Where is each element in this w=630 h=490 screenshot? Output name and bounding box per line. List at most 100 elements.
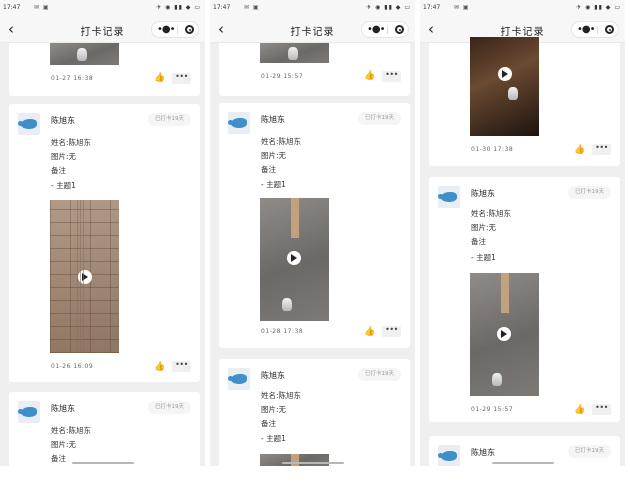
user-name: 陈旭东	[51, 116, 75, 125]
more-dots-icon[interactable]: •●•	[577, 24, 596, 35]
record-date: 01-29 15:57	[261, 73, 304, 80]
play-icon[interactable]	[498, 67, 512, 81]
avatar[interactable]	[438, 445, 460, 466]
video-thumbnail[interactable]	[470, 273, 539, 396]
image-label: 图片:	[261, 405, 279, 414]
more-options-button[interactable]: •••	[172, 73, 191, 84]
user-name: 陈旭东	[261, 115, 285, 124]
bird-logo-icon	[438, 451, 457, 461]
avatar[interactable]	[228, 368, 250, 390]
image-value: 无	[68, 440, 77, 449]
more-dots-icon[interactable]: •●•	[157, 24, 176, 35]
video-thumbnail[interactable]	[50, 200, 119, 353]
avatar[interactable]	[18, 113, 40, 135]
name-field: 姓名:陈旭东	[51, 425, 91, 436]
user-name: 陈旭东	[261, 371, 285, 380]
record-card: 陈旭东 已打卡19天 姓名:陈旭东 图片:无 备注 - 主题1	[219, 359, 410, 466]
more-options-button[interactable]: •••	[172, 361, 191, 372]
bird-logo-icon	[228, 374, 247, 384]
notification-icons: ✉ ▣	[34, 4, 50, 11]
image-field: 图片:无	[261, 404, 286, 415]
name-label: 姓名:	[51, 426, 69, 435]
image-field: 图片:无	[471, 222, 496, 233]
name-label: 姓名:	[471, 209, 489, 218]
home-indicator	[71, 462, 134, 464]
image-value: 无	[488, 223, 497, 232]
topic-label: - 主题1	[51, 181, 76, 190]
thumbs-up-icon[interactable]: 👍	[574, 146, 585, 155]
video-thumbnail[interactable]	[260, 198, 329, 321]
image-value: 无	[68, 152, 77, 161]
name-label: 姓名:	[51, 138, 69, 147]
name-label: 姓名:	[261, 137, 279, 146]
name-value: 陈旭东	[278, 137, 302, 146]
record-card: 01-30 17:38 👍 •••	[429, 37, 620, 166]
capsule-divider	[387, 26, 388, 34]
video-thumbnail[interactable]	[50, 43, 119, 65]
user-name: 陈旭东	[471, 448, 495, 457]
video-thumbnail[interactable]	[260, 43, 329, 63]
mini-program-capsule: •●•	[571, 21, 619, 38]
capsule-divider	[177, 26, 178, 34]
home-indicator	[491, 462, 554, 464]
thumbs-up-icon[interactable]: 👍	[364, 328, 375, 337]
road-line	[291, 198, 300, 238]
remark-label: 备注	[471, 237, 486, 246]
thumbs-up-icon[interactable]: 👍	[364, 72, 375, 81]
more-options-button[interactable]: •••	[592, 404, 611, 415]
record-card: 陈旭东 已打卡19天 姓名:陈旭东 图片:无 备注 - 主题1 01-26 16…	[9, 104, 200, 382]
phone-screen-2: 17:47 ✉ ▣ ✈ ◉ ▮▮ ◆ ▭ ‹ 打卡记录 •●• 01-29 15…	[210, 0, 415, 466]
more-dots-icon[interactable]: •●•	[367, 24, 386, 35]
notification-icons: ✉ ▣	[244, 4, 260, 11]
checkin-badge: 已打卡19天	[358, 368, 401, 381]
remark-label: 备注	[51, 166, 66, 175]
thumbs-up-icon[interactable]: 👍	[574, 406, 585, 415]
target-icon[interactable]	[395, 25, 404, 34]
nav-bar: ‹ 打卡记录 •●•	[0, 18, 205, 43]
status-time: 17:47	[213, 4, 231, 11]
play-icon[interactable]	[287, 251, 301, 265]
play-icon[interactable]	[497, 327, 511, 341]
record-card: 01-29 15:57 👍 •••	[219, 43, 410, 96]
name-value: 陈旭东	[488, 209, 512, 218]
checkin-badge: 已打卡19天	[148, 113, 191, 126]
thumbs-up-icon[interactable]: 👍	[154, 74, 165, 83]
more-options-button[interactable]: •••	[382, 326, 401, 337]
image-value: 无	[278, 405, 287, 414]
more-options-button[interactable]: •••	[382, 71, 401, 82]
bird-logo-icon	[18, 119, 37, 129]
signal-icons: ✈ ◉ ▮▮ ◆ ▭	[366, 4, 411, 11]
name-field: 姓名:陈旭东	[471, 208, 511, 219]
capsule-divider	[597, 26, 598, 34]
bird-logo-icon	[18, 407, 37, 417]
road-line	[291, 454, 300, 466]
shoe-image	[282, 298, 292, 311]
name-value: 陈旭东	[68, 138, 92, 147]
bird-logo-icon	[228, 118, 247, 128]
thumbs-up-icon[interactable]: 👍	[154, 363, 165, 372]
notification-icons: ✉ ▣	[454, 4, 470, 11]
play-icon[interactable]	[78, 270, 92, 284]
video-thumbnail[interactable]	[260, 454, 329, 466]
more-options-button[interactable]: •••	[592, 144, 611, 155]
avatar[interactable]	[228, 112, 250, 134]
signal-icons: ✈ ◉ ▮▮ ◆ ▭	[576, 4, 621, 11]
image-label: 图片:	[51, 440, 69, 449]
avatar[interactable]	[438, 186, 460, 208]
status-time: 17:47	[3, 4, 21, 11]
target-icon[interactable]	[185, 25, 194, 34]
status-time: 17:47	[423, 4, 441, 11]
shoe-image	[492, 373, 502, 386]
record-date: 01-26 16:09	[51, 363, 94, 370]
video-thumbnail[interactable]	[470, 37, 539, 136]
shoe-image	[77, 48, 87, 61]
name-field: 姓名:陈旭东	[261, 390, 301, 401]
name-label: 姓名:	[261, 391, 279, 400]
avatar[interactable]	[18, 401, 40, 423]
nav-bar: ‹ 打卡记录 •●•	[210, 18, 415, 43]
user-name: 陈旭东	[51, 404, 75, 413]
record-card: 01-27 16:38 👍 •••	[9, 43, 200, 96]
name-field: 姓名:陈旭东	[261, 136, 301, 147]
target-icon[interactable]	[605, 25, 614, 34]
topic-label: - 主题1	[471, 253, 496, 262]
